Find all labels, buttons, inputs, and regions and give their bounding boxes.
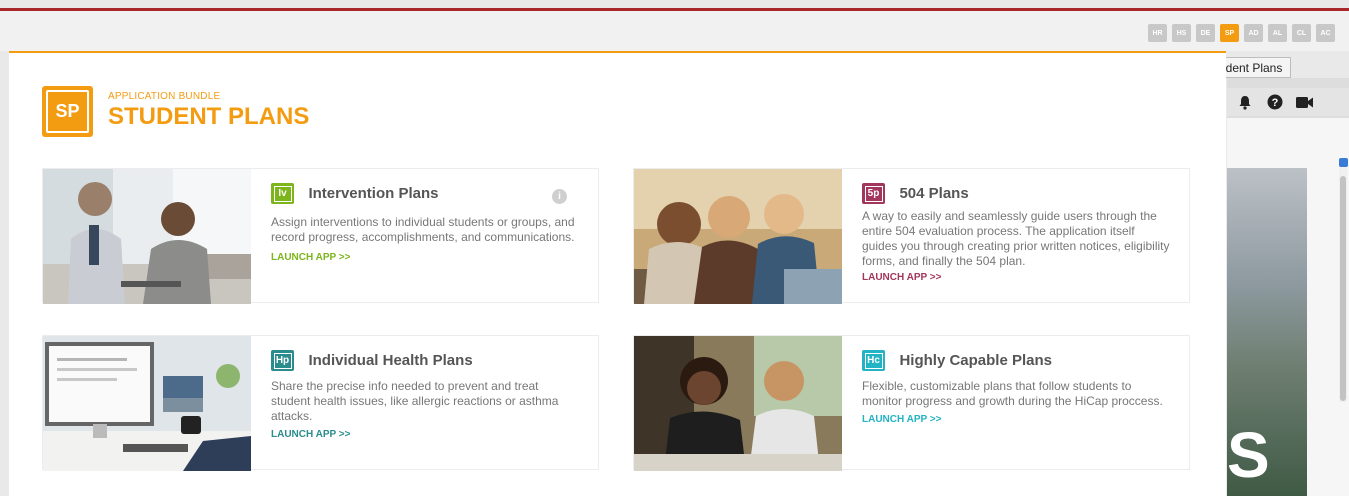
app-card-intervention-plans[interactable]: Iv Intervention Plans Assign interventio…: [42, 168, 599, 304]
launch-app-link[interactable]: LAUNCH APP >>: [862, 272, 1172, 283]
app-description: Flexible, customizable plans that follow…: [862, 379, 1163, 408]
app-name: 504 Plans: [899, 185, 969, 202]
app-description: A way to easily and seamlessly guide use…: [862, 209, 1170, 268]
bell-icon[interactable]: [1235, 92, 1255, 112]
app-photo-health: [43, 336, 251, 471]
info-icon[interactable]: i: [552, 189, 567, 204]
scrollbar-thumb[interactable]: [1340, 176, 1346, 401]
bundle-button-cl[interactable]: CL: [1292, 24, 1311, 42]
video-icon[interactable]: [1295, 92, 1315, 112]
launch-app-link[interactable]: LAUNCH APP >>: [862, 414, 1172, 425]
launch-app-link[interactable]: LAUNCH APP >>: [271, 429, 581, 440]
app-name: Highly Capable Plans: [899, 352, 1052, 369]
app-card-504-plans[interactable]: 5p 504 Plans A way to easily and seamles…: [633, 168, 1190, 304]
background-content: S: [1227, 118, 1349, 496]
page-title: STUDENT PLANS: [108, 103, 310, 130]
bundle-logo-text: SP: [46, 90, 89, 133]
bundle-logo: SP: [42, 86, 93, 137]
app-card-individual-health-plans[interactable]: Hp Individual Health Plans Share the pre…: [42, 335, 599, 471]
individual-health-plans-icon: Hp: [271, 350, 294, 371]
bundle-button-ac[interactable]: AC: [1316, 24, 1335, 42]
bundle-button-hr[interactable]: HR: [1148, 24, 1167, 42]
background-toolbar: ?: [1227, 88, 1349, 116]
bundle-switcher: HR HS DE SP AD AL CL AC: [1148, 24, 1335, 42]
bundle-button-sp[interactable]: SP: [1220, 24, 1239, 42]
scroll-up-button[interactable]: [1339, 158, 1348, 167]
bundle-button-ad[interactable]: AD: [1244, 24, 1263, 42]
bundle-eyebrow: APPLICATION BUNDLE: [108, 91, 221, 102]
app-body: Hp Individual Health Plans Share the pre…: [271, 350, 581, 440]
app-photo-intervention: [43, 169, 251, 304]
app-body: Hc Highly Capable Plans Flexible, custom…: [862, 350, 1172, 425]
bundle-button-hs[interactable]: HS: [1172, 24, 1191, 42]
help-icon[interactable]: ?: [1265, 92, 1285, 112]
svg-text:?: ?: [1272, 97, 1279, 109]
bundle-button-de[interactable]: DE: [1196, 24, 1215, 42]
app-body: Iv Intervention Plans Assign interventio…: [271, 183, 581, 263]
app-name: Intervention Plans: [308, 185, 439, 202]
top-bar: HR HS DE SP AD AL CL AC: [0, 11, 1349, 51]
app-card-highly-capable-plans[interactable]: Hc Highly Capable Plans Flexible, custom…: [633, 335, 1190, 471]
background-page: ? S: [1227, 78, 1349, 496]
app-description: Assign interventions to individual stude…: [271, 215, 575, 244]
intervention-plans-icon: Iv: [271, 183, 294, 204]
highly-capable-plans-icon: Hc: [862, 350, 885, 371]
504-plans-icon: 5p: [862, 183, 885, 204]
app-photo-hicap: [634, 336, 842, 471]
bundle-button-al[interactable]: AL: [1268, 24, 1287, 42]
app-body: 5p 504 Plans A way to easily and seamles…: [862, 183, 1172, 283]
background-heading-fragment: S: [1227, 419, 1270, 491]
app-description: Share the precise info needed to prevent…: [271, 379, 559, 423]
app-photo-504: [634, 169, 842, 304]
app-name: Individual Health Plans: [308, 352, 473, 369]
launch-app-link[interactable]: LAUNCH APP >>: [271, 252, 581, 263]
bundle-panel: SP APPLICATION BUNDLE STUDENT PLANS Iv I…: [9, 51, 1226, 496]
